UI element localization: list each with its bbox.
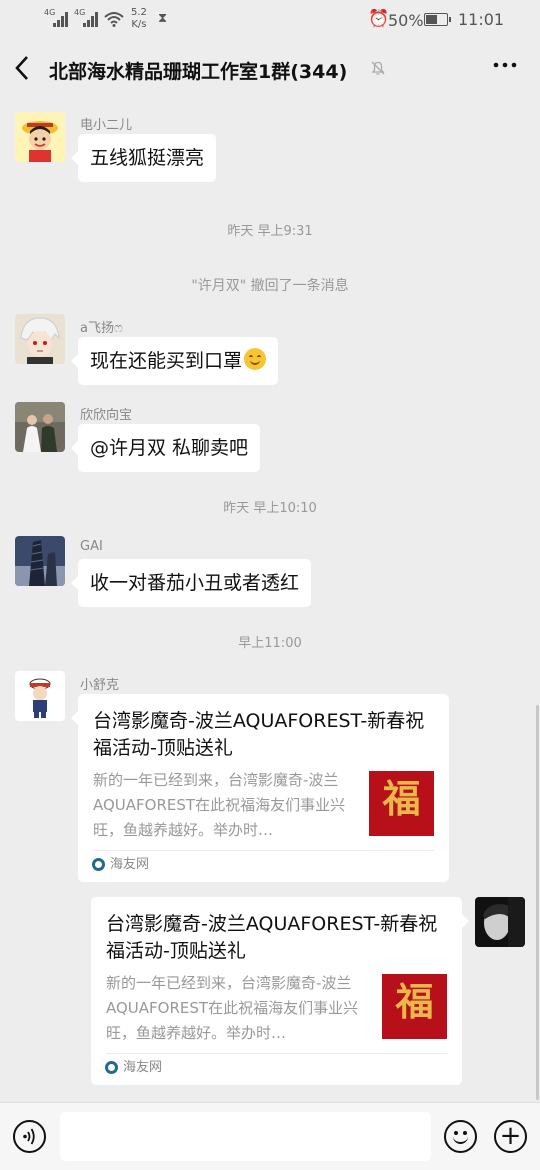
- anime-avatar-icon: [15, 314, 65, 364]
- timestamp: 昨天 早上9:31: [227, 224, 313, 239]
- sender-name: 欣欣向宝: [80, 408, 133, 423]
- message-bubble[interactable]: @许月双 私聊卖吧: [70, 424, 261, 472]
- voice-icon[interactable]: [13, 1120, 46, 1153]
- hourglass-icon: ⧗: [158, 11, 168, 26]
- timestamp: 昨天 早上10:10: [223, 501, 317, 516]
- sender-name: 电小二儿: [80, 118, 133, 133]
- link-card-description: 新的一年已经到来，台湾影魔奇-波兰AQUAFOREST在此祝福海友们事业兴旺，鱼…: [93, 771, 346, 839]
- more-dots-icon[interactable]: [493, 51, 517, 84]
- battery-icon: [424, 13, 451, 26]
- battery-percent: 50%: [388, 11, 424, 30]
- timestamp: 早上11:00: [238, 636, 302, 651]
- message-text: 现在还能买到口罩: [90, 350, 243, 372]
- link-card-source: 海友网: [123, 1060, 163, 1075]
- sender-name: 小舒克: [80, 678, 120, 693]
- avatar[interactable]: [475, 897, 525, 947]
- wifi-icon: [104, 12, 124, 27]
- message-bubble[interactable]: 收一对番茄小丑或者透红: [70, 559, 312, 607]
- portrait-avatar-icon: [475, 897, 525, 947]
- chat-title: 北部海水精品珊瑚工作室1群(344): [49, 61, 348, 83]
- scrollbar[interactable]: [536, 705, 539, 1100]
- link-card-title: 台湾影魔奇-波兰AQUAFOREST-新春祝福活动-顶贴送礼: [93, 710, 425, 759]
- avatar[interactable]: [15, 402, 65, 452]
- message-bubble[interactable]: 五线狐挺漂亮: [70, 134, 217, 182]
- sender-name: GAI: [80, 539, 103, 554]
- recall-notice: "许月双" 撤回了一条消息: [191, 278, 349, 294]
- divider: [93, 850, 434, 851]
- network-speed: 5.2 K/s: [131, 7, 147, 30]
- status-time: 11:01: [458, 10, 505, 29]
- avatar[interactable]: [15, 112, 65, 162]
- haiyou-logo-icon: [92, 858, 105, 871]
- plus-icon[interactable]: +: [494, 1120, 527, 1153]
- message-text: @许月双 私聊卖吧: [90, 437, 249, 459]
- link-card-source: 海友网: [110, 857, 150, 872]
- input-bar: +: [0, 1102, 540, 1170]
- link-card-thumbnail: 福: [369, 771, 434, 836]
- link-card-thumbnail: 福: [382, 974, 447, 1039]
- message-text: 收一对番茄小丑或者透红: [90, 572, 300, 594]
- signal-icon: [53, 11, 69, 27]
- message-text: 五线狐挺漂亮: [90, 147, 205, 169]
- link-card[interactable]: 台湾影魔奇-波兰AQUAFOREST-新春祝福活动-顶贴送礼 新的一年已经到来，…: [91, 897, 469, 1085]
- bell-off-icon: [370, 60, 386, 80]
- link-card[interactable]: 台湾影魔奇-波兰AQUAFOREST-新春祝福活动-顶贴送礼 新的一年已经到来，…: [71, 694, 449, 882]
- avatar[interactable]: [15, 314, 65, 364]
- haiyou-logo-icon: [105, 1061, 118, 1074]
- emoji-icon[interactable]: [444, 1120, 477, 1153]
- couple-photo-avatar-icon: [15, 402, 65, 452]
- avatar[interactable]: [15, 671, 65, 721]
- blush-emoji-icon: [244, 348, 267, 370]
- message-bubble[interactable]: 现在还能买到口罩: [70, 337, 279, 385]
- chevron-left-icon[interactable]: [14, 55, 30, 87]
- cartoon-avatar-icon: [15, 112, 65, 162]
- status-bar: 4G 4G 5.2 K/s ⧗ ⏰ 50% 11:01: [0, 0, 540, 40]
- divider: [106, 1053, 447, 1054]
- sender-name: a飞扬ෆ: [80, 321, 123, 336]
- avatar[interactable]: [15, 536, 65, 586]
- link-card-description: 新的一年已经到来，台湾影魔奇-波兰AQUAFOREST在此祝福海友们事业兴旺，鱼…: [106, 974, 359, 1042]
- signal-icon-2: [83, 11, 99, 27]
- chat-header: 北部海水精品珊瑚工作室1群(344): [0, 40, 540, 102]
- message-input[interactable]: [60, 1112, 431, 1161]
- link-card-title: 台湾影魔奇-波兰AQUAFOREST-新春祝福活动-顶贴送礼: [106, 913, 438, 962]
- alarm-clock-icon: ⏰: [368, 9, 390, 29]
- police-cartoon-avatar-icon: [15, 671, 65, 721]
- skyscraper-avatar-icon: [15, 536, 65, 586]
